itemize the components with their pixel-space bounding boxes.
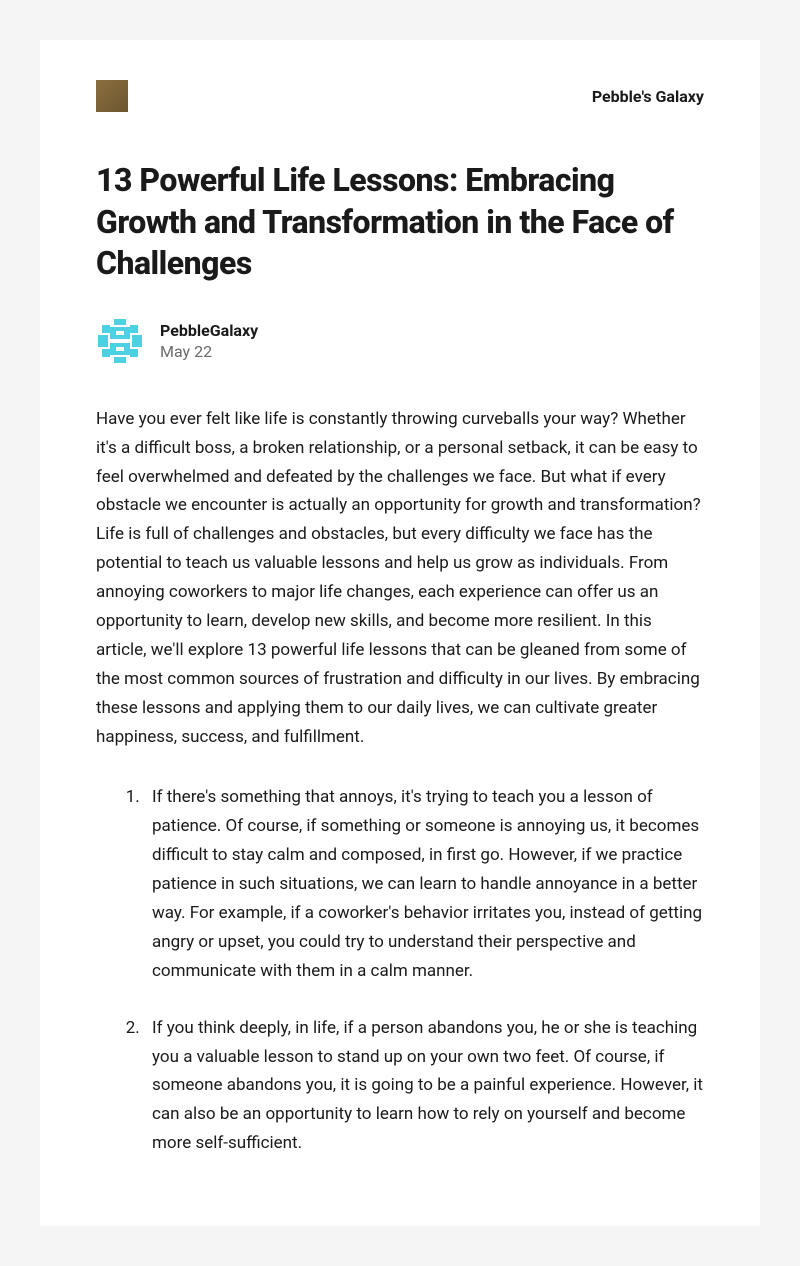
post-title: 13 Powerful Life Lessons: Embracing Grow… bbox=[96, 160, 704, 285]
intro-paragraph: Have you ever felt like life is constant… bbox=[96, 405, 704, 752]
header: Pebble's Galaxy bbox=[96, 80, 704, 112]
site-name[interactable]: Pebble's Galaxy bbox=[592, 87, 704, 106]
author-avatar[interactable] bbox=[96, 317, 144, 365]
avatar-icon bbox=[96, 317, 144, 365]
post-date: May 22 bbox=[160, 342, 258, 361]
author-info: PebbleGalaxy May 22 bbox=[160, 321, 258, 361]
author-section: PebbleGalaxy May 22 bbox=[96, 317, 704, 365]
article-card: Pebble's Galaxy 13 Powerful Life Lessons… bbox=[40, 40, 760, 1226]
lessons-list: If there's something that annoys, it's t… bbox=[96, 783, 704, 1158]
list-item: If you think deeply, in life, if a perso… bbox=[144, 1014, 704, 1158]
list-item: If there's something that annoys, it's t… bbox=[144, 783, 704, 985]
site-logo[interactable] bbox=[96, 80, 128, 112]
author-name[interactable]: PebbleGalaxy bbox=[160, 321, 258, 340]
